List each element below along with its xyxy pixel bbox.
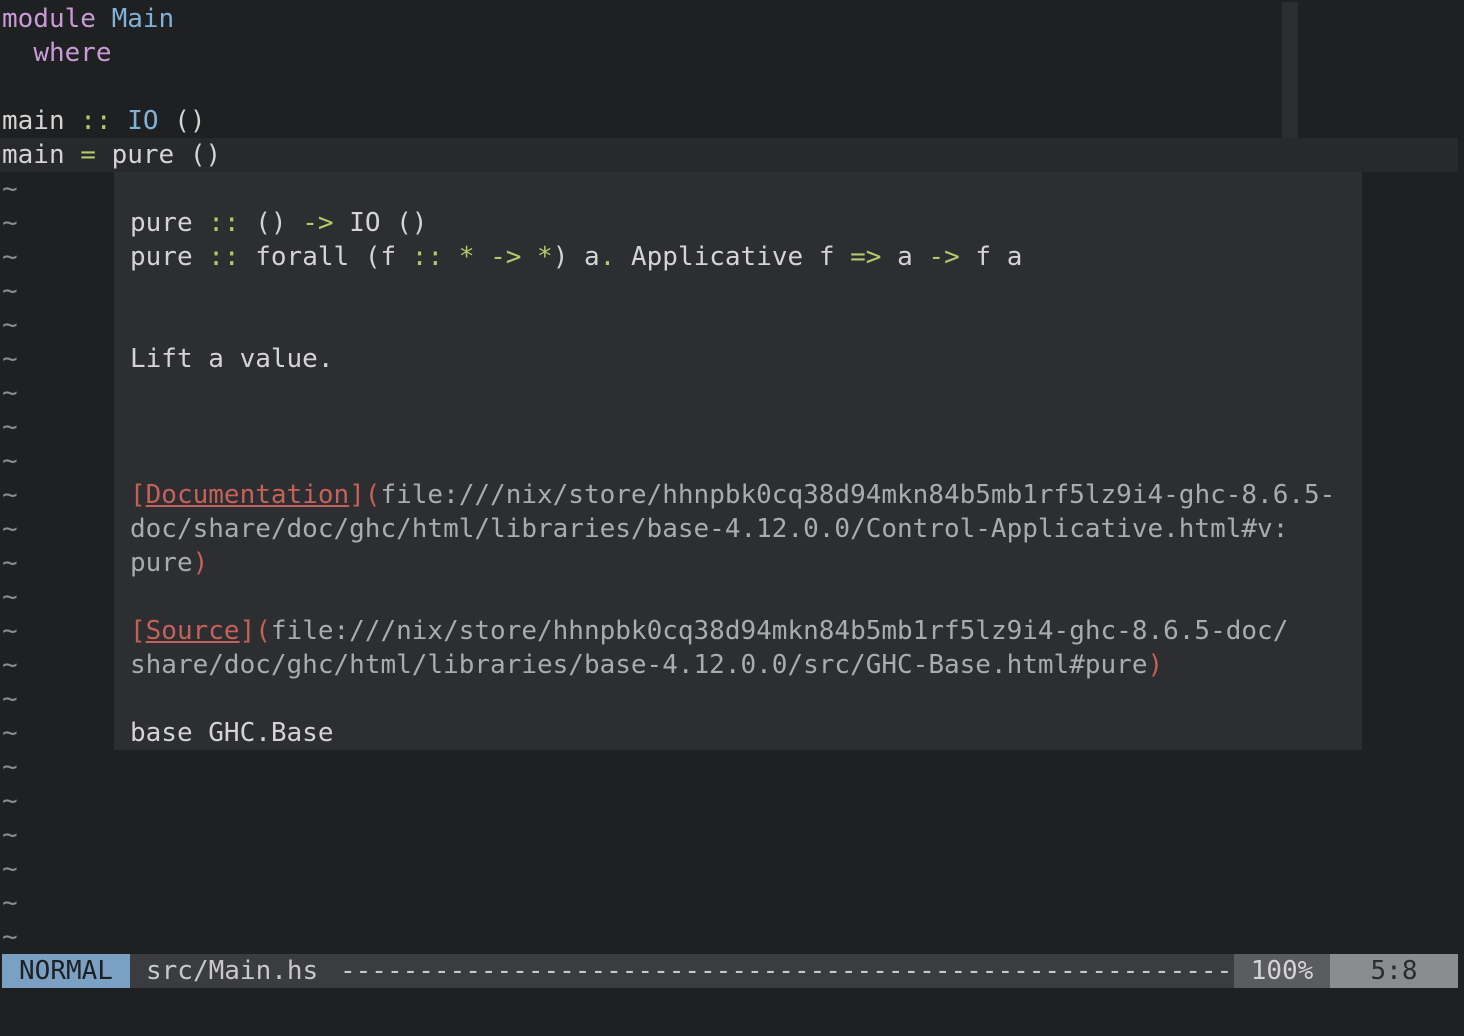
color-column (1282, 2, 1298, 138)
empty-line-marker: ~ (2, 888, 18, 918)
sig-type: IO (349, 208, 381, 238)
empty-line-marker: ~ (2, 752, 18, 782)
status-line: NORMAL src/Main.hs ---------------------… (2, 954, 1458, 988)
link-bracket: ) (1147, 650, 1164, 680)
sig-kind-open: (f (364, 242, 397, 272)
sig-tyvar: a (897, 242, 913, 272)
sig-forall: forall (255, 242, 350, 272)
sig-arg: () (255, 208, 287, 238)
sig-result: () (396, 208, 428, 238)
sig-class: Applicative (630, 242, 804, 272)
keyword-module: module (2, 4, 96, 34)
sig-operator: :: (208, 208, 240, 238)
sig-name: pure (130, 208, 193, 238)
empty-line-marker: ~ (2, 548, 18, 578)
source-url[interactable]: share/doc/ghc/html/libraries/base-4.12.0… (130, 650, 1147, 680)
empty-line-marker: ~ (2, 922, 18, 952)
module-origin: base GHC.Base (130, 718, 334, 748)
documentation-url[interactable]: file:///nix/store/hhnpbk0cq38d94mkn84b5m… (380, 480, 1335, 510)
link-bracket: ]( (349, 480, 381, 510)
source-url[interactable]: file:///nix/store/hhnpbk0cq38d94mkn84b5m… (271, 616, 1288, 646)
empty-line-marker: ~ (2, 446, 18, 476)
link-bracket: ]( (239, 616, 271, 646)
empty-line-marker: ~ (2, 344, 18, 374)
source-link-line-1: [Source](file:///nix/store/hhnpbk0cq38d9… (130, 614, 1288, 648)
documentation-url-line-2[interactable]: doc/share/doc/ghc/html/libraries/base-4.… (130, 512, 1288, 546)
hover-documentation-popup[interactable]: pure :: () -> IO () pure :: forall (f ::… (114, 172, 1362, 750)
source-link-line-2: share/doc/ghc/html/libraries/base-4.12.0… (130, 648, 1163, 682)
documentation-link-line-1: [Documentation](file:///nix/store/hhnpbk… (130, 478, 1335, 512)
sig-kind-close: ) (552, 242, 569, 272)
identifier-main: main (2, 106, 65, 136)
code-line-1[interactable]: module Main (2, 2, 174, 36)
empty-line-marker: ~ (2, 242, 18, 272)
code-line-5[interactable]: main = pure () (2, 138, 221, 172)
empty-line-marker: ~ (2, 208, 18, 238)
file-name: src/Main.hs (146, 956, 319, 986)
link-bracket: [ (130, 616, 146, 646)
doc-description: Lift a value. (130, 344, 334, 374)
type-signature-general: pure :: forall (f :: * -> *) a. Applicat… (130, 240, 1022, 274)
sig-tyvar: f (975, 242, 992, 272)
sig-operator: :: (208, 242, 240, 272)
sig-arrow: -> (928, 242, 960, 272)
documentation-link[interactable]: Documentation (146, 480, 350, 510)
empty-line-marker: ~ (2, 276, 18, 306)
empty-line-marker: ~ (2, 820, 18, 850)
documentation-link-line-3: pure) (130, 546, 208, 580)
empty-line-marker: ~ (2, 684, 18, 714)
empty-line-marker: ~ (2, 582, 18, 612)
empty-line-marker: ~ (2, 616, 18, 646)
sig-arrow: -> (302, 208, 334, 238)
status-fill: ----------------------------------------… (340, 956, 1233, 986)
sig-operator: :: (411, 242, 444, 272)
empty-line-marker: ~ (2, 378, 18, 408)
keyword-where: where (33, 38, 112, 68)
link-bracket: [ (130, 480, 146, 510)
empty-line-marker: ~ (2, 514, 18, 544)
identifier-main: main (2, 140, 65, 170)
sig-tyvar: a (1006, 242, 1023, 272)
sig-dot: . (599, 242, 616, 272)
scroll-percent: 100% (1234, 954, 1330, 988)
code-line-4[interactable]: main :: IO () (2, 104, 206, 138)
sig-constraint-arrow: => (850, 242, 882, 272)
type-signature-specialized: pure :: () -> IO () (130, 206, 427, 240)
unit-type: () (174, 106, 206, 136)
empty-line-marker: ~ (2, 650, 18, 680)
empty-line-marker: ~ (2, 854, 18, 884)
module-name: Main (111, 4, 175, 34)
sig-kind-star: * (537, 242, 553, 272)
documentation-url[interactable]: pure (130, 548, 193, 578)
type-io: IO (127, 106, 159, 136)
sig-tyvar: f (818, 242, 835, 272)
empty-line-marker: ~ (2, 718, 18, 748)
source-link[interactable]: Source (146, 616, 240, 646)
sig-tyvar: a (584, 242, 600, 272)
empty-line-marker: ~ (2, 412, 18, 442)
empty-line-marker: ~ (2, 174, 18, 204)
sig-arrow: -> (490, 242, 522, 272)
identifier-pure: pure (111, 140, 175, 170)
mode-indicator: NORMAL (2, 954, 130, 988)
editor-pane[interactable]: module Main where main :: IO () main = p… (0, 0, 1464, 954)
link-bracket: ) (192, 548, 209, 578)
operator-typesig: :: (80, 106, 112, 136)
sig-kind-star: * (458, 242, 475, 272)
code-line-2[interactable]: where (2, 36, 112, 70)
sig-name: pure (130, 242, 193, 272)
operator-equals: = (80, 140, 96, 170)
cursor-position: 5:8 (1330, 954, 1458, 988)
empty-line-marker: ~ (2, 310, 18, 340)
empty-line-marker: ~ (2, 786, 18, 816)
empty-line-marker: ~ (2, 480, 18, 510)
unit-value: () (189, 140, 222, 170)
